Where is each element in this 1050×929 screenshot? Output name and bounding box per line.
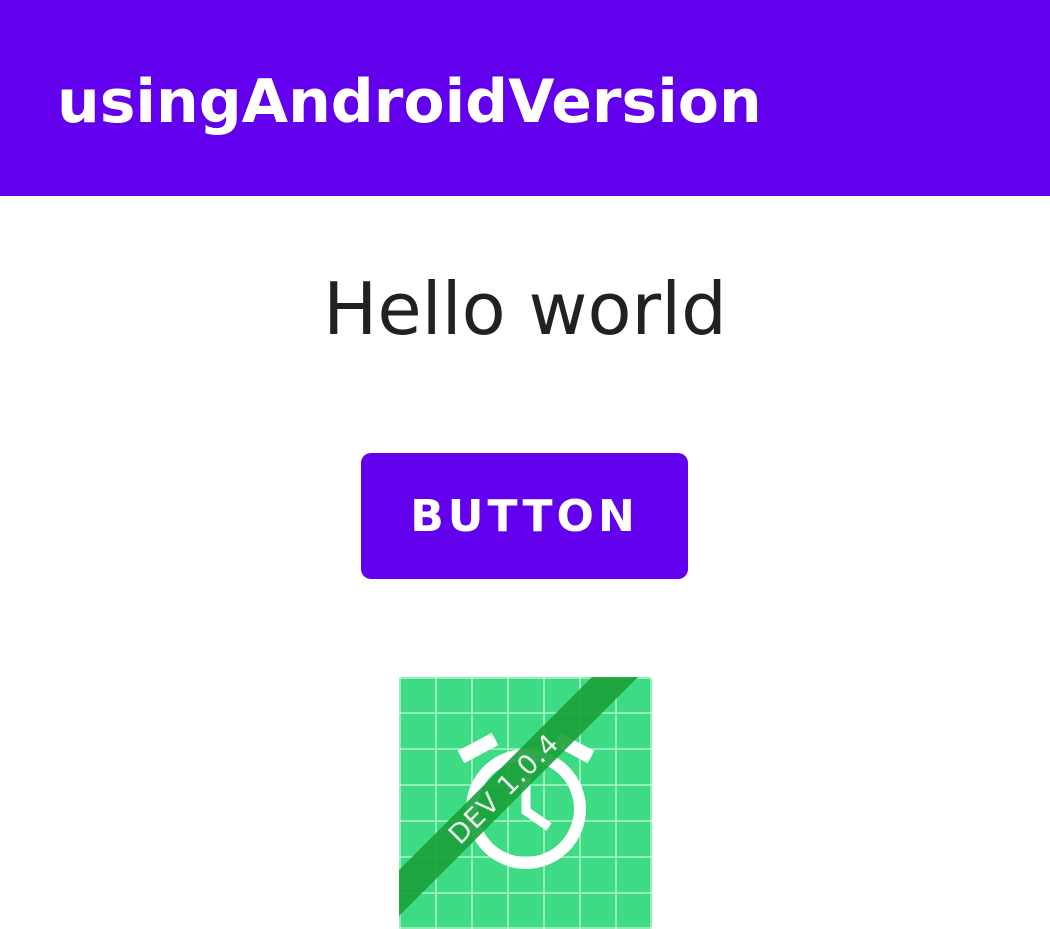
main-button-label: BUTTON [410, 490, 639, 542]
stopwatch-icon: DEV 1.0.4 [399, 677, 652, 929]
main-content: Hello world BUTTON DEV 1.0.4 [0, 196, 1050, 929]
app-icon: DEV 1.0.4 [399, 677, 652, 929]
app-bar: usingAndroidVersion [0, 0, 1050, 196]
greeting-text: Hello world [323, 267, 727, 351]
app-title: usingAndroidVersion [57, 67, 762, 137]
main-button[interactable]: BUTTON [361, 453, 688, 579]
